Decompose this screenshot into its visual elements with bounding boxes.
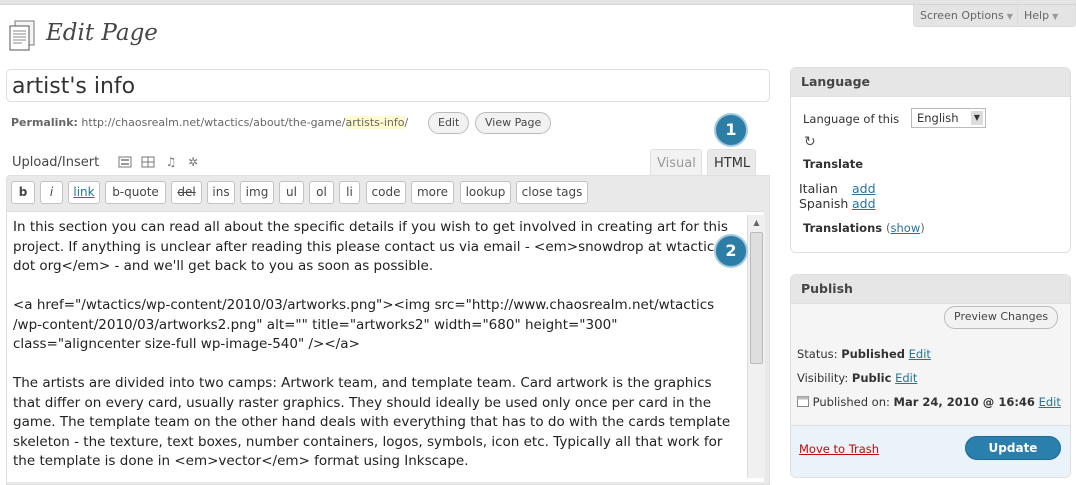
move-to-trash-link[interactable]: Move to Trash <box>799 442 879 456</box>
status-label: Status: <box>797 347 838 361</box>
add-italian-link[interactable]: add <box>852 181 876 196</box>
screen-options-tab[interactable]: Screen Options ▼ <box>913 5 1023 27</box>
content-paragraph: In this section you can read all about t… <box>13 219 728 274</box>
add-video-icon[interactable] <box>141 155 155 169</box>
chevron-down-icon: ▼ <box>971 111 983 125</box>
language-box-title: Language <box>791 68 1070 97</box>
view-page-button[interactable]: View Page <box>475 112 552 134</box>
add-media-icon[interactable]: ✲ <box>186 155 200 169</box>
scrollbar-thumb[interactable] <box>750 232 763 364</box>
show-translations-link[interactable]: show <box>891 221 921 235</box>
quicktag-code-button[interactable]: code <box>366 181 406 204</box>
translate-language-spanish: Spanish <box>799 196 849 211</box>
permalink-label: Permalink: <box>11 116 78 129</box>
show-translations: (show) <box>886 221 925 235</box>
tab-visual[interactable]: Visual <box>650 149 702 176</box>
calendar-icon <box>797 396 809 407</box>
visibility-row: Visibility: Public Edit <box>797 371 917 385</box>
translate-language-italian: Italian <box>799 181 838 196</box>
scroll-up-icon[interactable]: ▲ <box>748 215 765 230</box>
language-select[interactable]: English ▼ <box>911 108 986 128</box>
permalink-end: / <box>404 116 409 129</box>
quicktag-bquote-button[interactable]: b-quote <box>105 181 166 204</box>
publish-box-title: Publish <box>791 275 1070 304</box>
language-of-this-label: Language of this <box>803 112 900 126</box>
visibility-label: Visibility: <box>797 371 849 385</box>
permalink-row: Permalink: http://chaosrealm.net/wtactic… <box>11 116 408 129</box>
published-on-value: Mar 24, 2010 @ 16:46 <box>893 395 1035 409</box>
language-select-value: English <box>917 111 959 125</box>
content-paragraph: The artists are divided into two camps: … <box>13 375 731 469</box>
page-title: Edit Page <box>46 20 158 46</box>
help-tab[interactable]: Help ▼ <box>1017 5 1076 27</box>
add-audio-icon[interactable]: ♫ <box>164 155 178 169</box>
content-text: In this section you can read all about t… <box>13 218 738 482</box>
edit-date-link[interactable]: Edit <box>1039 395 1061 409</box>
preview-changes-button[interactable]: Preview Changes <box>944 306 1059 329</box>
loading-spinner-icon: ↻ <box>804 134 816 150</box>
quicktag-lookup-button[interactable]: lookup <box>460 181 511 204</box>
add-spanish-link[interactable]: add <box>852 196 876 211</box>
help-label: Help <box>1024 9 1050 22</box>
post-title-input[interactable]: artist's info <box>6 69 770 102</box>
upload-insert-label: Upload/Insert <box>12 155 100 170</box>
edit-visibility-link[interactable]: Edit <box>895 371 917 385</box>
translations-label: Translations <box>803 221 883 235</box>
chevron-down-icon: ▼ <box>1052 12 1059 21</box>
edit-status-link[interactable]: Edit <box>909 347 931 361</box>
screen-options-label: Screen Options <box>920 9 1004 22</box>
permalink-slug[interactable]: artists-info <box>345 116 405 129</box>
quicktag-more-button[interactable]: more <box>411 181 454 204</box>
quicktag-italic-button[interactable]: i <box>40 181 63 204</box>
callout-badge-2: 2 <box>714 234 748 268</box>
quicktag-ins-button[interactable]: ins <box>207 181 235 204</box>
quicktag-img-button[interactable]: img <box>240 181 274 204</box>
quicktag-link-button[interactable]: link <box>68 181 100 204</box>
status-row: Status: Published Edit <box>797 347 931 361</box>
permalink-base: http://chaosrealm.net/wtactics/about/the… <box>81 116 346 129</box>
content-textarea[interactable]: In this section you can read all about t… <box>7 211 764 482</box>
status-value: Published <box>841 347 905 361</box>
add-image-icon[interactable] <box>118 155 132 169</box>
update-button[interactable]: Update <box>965 436 1061 460</box>
pages-icon <box>9 20 35 51</box>
edit-permalink-button[interactable]: Edit <box>428 112 470 134</box>
visibility-value: Public <box>851 371 892 385</box>
published-on-row: Published on: Mar 24, 2010 @ 16:46 Edit <box>797 395 1061 409</box>
quicktag-close-tags-button[interactable]: close tags <box>516 181 588 204</box>
callout-badge-1: 1 <box>714 113 748 147</box>
quicktag-bold-button[interactable]: b <box>11 181 35 204</box>
content-paragraph: <a href="/wtactics/wp-content/2010/03/ar… <box>13 297 715 352</box>
quicktag-del-button[interactable]: del <box>171 181 202 204</box>
quicktag-ol-button[interactable]: ol <box>309 181 334 204</box>
tab-html[interactable]: HTML <box>707 149 756 177</box>
quicktag-ul-button[interactable]: ul <box>279 181 304 204</box>
chevron-down-icon: ▼ <box>1006 12 1013 21</box>
published-on-label: Published on: <box>812 395 890 409</box>
quicktag-li-button[interactable]: li <box>339 181 360 204</box>
editor-scrollbar[interactable]: ▲ <box>747 215 765 478</box>
translate-heading: Translate <box>803 157 864 171</box>
language-box: Language Language of this English ▼ ↻ Tr… <box>790 67 1071 253</box>
